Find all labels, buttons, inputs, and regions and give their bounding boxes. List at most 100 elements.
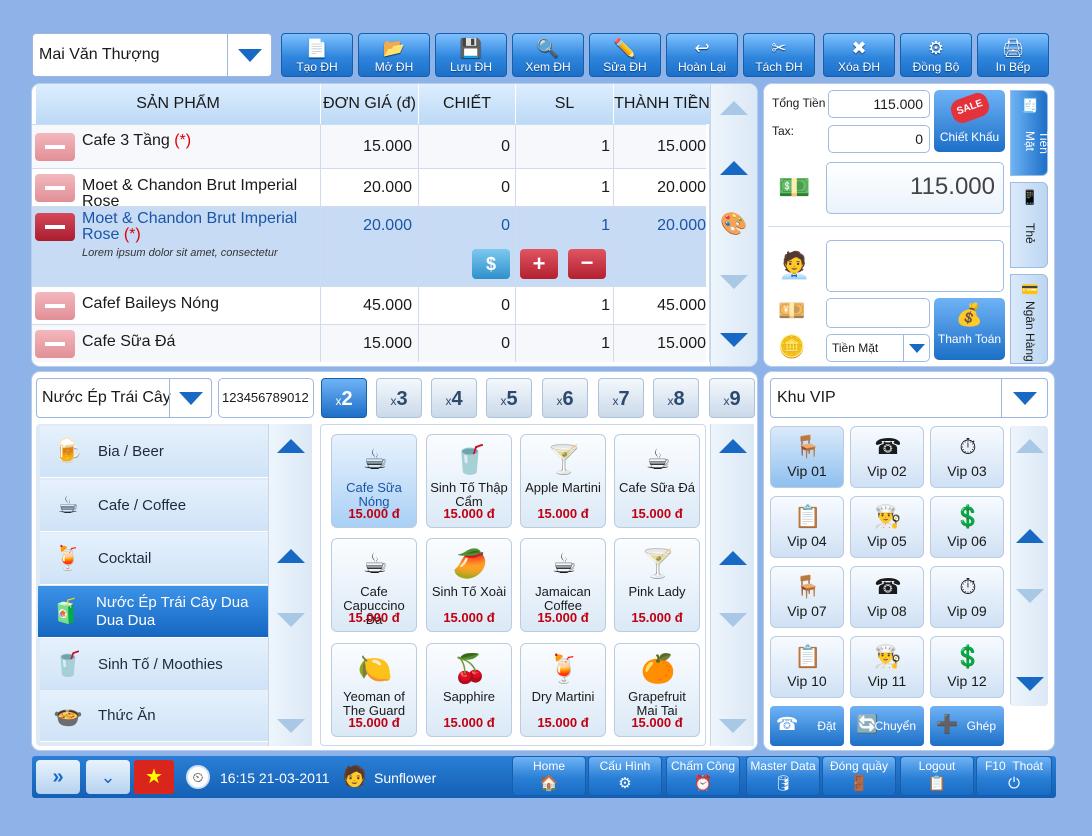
scroll-bottom-icon[interactable] (711, 708, 754, 744)
category-item[interactable]: 🧃 Nước Ép Trái Cây Dua Dua Dua (38, 586, 268, 638)
table-item[interactable]: ⏱ Vip 03 (930, 426, 1004, 488)
method-select[interactable]: Tiền Mặt (826, 334, 930, 362)
table-item[interactable]: ⏱ Vip 09 (930, 566, 1004, 628)
product-item[interactable]: 🍋 Yeoman of The Guard 15.000 đ (331, 643, 417, 737)
table-item[interactable]: 👨‍🍳 Vip 05 (850, 496, 924, 558)
category-item[interactable]: 🍺 Bia / Beer (40, 426, 268, 478)
table-item[interactable]: 📋 Vip 04 (770, 496, 844, 558)
tab-bank[interactable]: 💳 Ngân Hàng (1010, 274, 1048, 364)
table-item[interactable]: ☎ Vip 02 (850, 426, 924, 488)
nav-button[interactable]: F10 Thoát ⏻ (976, 756, 1052, 796)
scroll-top-icon[interactable] (711, 90, 757, 126)
scroll-bottom-icon[interactable] (1011, 666, 1048, 702)
remove-item-button[interactable] (35, 330, 75, 358)
nav-button[interactable]: Đóng quầy 🚪 (822, 756, 896, 796)
product-item[interactable]: 🍸 Apple Martini 15.000 đ (520, 434, 606, 528)
multiplier-button[interactable]: x5 (486, 378, 532, 418)
user-select[interactable]: Mai Văn Thượng (32, 33, 272, 77)
toolbar-button-2[interactable]: 💾 Lưu ĐH (435, 33, 507, 77)
expand-button[interactable]: » (36, 760, 80, 794)
product-item[interactable]: ☕ Cafe Sữa Đá 15.000 đ (614, 434, 700, 528)
table-item[interactable]: 💲 Vip 06 (930, 496, 1004, 558)
table-item[interactable]: 🪑 Vip 07 (770, 566, 844, 628)
pay-button[interactable]: 💰 Thanh Toán (934, 298, 1005, 360)
scroll-down-icon[interactable] (269, 600, 312, 640)
order-scrollbar[interactable]: 🎨 (710, 84, 757, 366)
collapse-button[interactable]: ⌄ (86, 760, 130, 794)
toolbar-button-9[interactable]: 🖨 In Bếp (977, 33, 1049, 77)
nav-button[interactable]: Logout 📋 (900, 756, 974, 796)
scroll-top-icon[interactable] (1011, 430, 1048, 462)
multiplier-button[interactable]: x4 (431, 378, 477, 418)
multiplier-button[interactable]: x8 (653, 378, 699, 418)
increase-qty-button[interactable]: + (520, 249, 558, 279)
toolbar-button-0[interactable]: 📄 Tạo ĐH (281, 33, 353, 77)
table-action-button[interactable]: 🔄 Chuyển (850, 706, 924, 746)
order-row[interactable]: Moet & Chandon Brut Imperial Rose (*) Lo… (32, 206, 706, 286)
total-field[interactable]: 115.000 (828, 90, 930, 118)
scroll-bottom-icon[interactable] (711, 320, 757, 360)
product-item[interactable]: ☕ Cafe Sữa Nóng 15.000 đ (331, 434, 417, 528)
scroll-down-icon[interactable] (711, 600, 754, 640)
nav-button[interactable]: Master Data 🛢 (746, 756, 820, 796)
customer-field[interactable] (826, 240, 1004, 292)
scroll-down-icon[interactable] (1011, 576, 1048, 616)
product-item[interactable]: 🍒 Sapphire 15.000 đ (426, 643, 512, 737)
table-action-button[interactable]: ☎ Đặt (770, 706, 844, 746)
product-item[interactable]: 🥭 Sinh Tố Xoài 15.000 đ (426, 538, 512, 632)
order-row[interactable]: Moet & Chandon Brut Imperial Rose 20.000… (32, 168, 706, 210)
category-item[interactable]: 🥤 Sinh Tố / Moothies (40, 639, 268, 691)
barcode-input[interactable]: 123456789012 (218, 378, 314, 418)
product-item[interactable]: 🍸 Pink Lady 15.000 đ (614, 538, 700, 632)
order-row[interactable]: Cafe 3 Tầng (*) 15.000 0 1 15.000 (32, 124, 706, 168)
category-scrollbar[interactable] (268, 424, 312, 746)
table-item[interactable]: ☎ Vip 08 (850, 566, 924, 628)
cash-input[interactable] (826, 298, 930, 328)
order-row[interactable]: Cafe Sữa Đá 15.000 0 1 15.000 (32, 324, 706, 362)
area-select[interactable]: Khu VIP (770, 378, 1048, 418)
remove-item-button[interactable] (35, 213, 75, 241)
category-item[interactable]: 🍲 Thức Ăn (40, 690, 268, 742)
product-item[interactable]: 🍊 Grapefruit Mai Tai 15.000 đ (614, 643, 700, 737)
scroll-bottom-icon[interactable] (269, 708, 312, 744)
discount-button[interactable]: SALE Chiết Khấu (934, 90, 1005, 152)
scroll-down-icon[interactable] (711, 262, 757, 302)
toolbar-button-8[interactable]: ⚙ Đồng Bộ (900, 33, 972, 77)
table-item[interactable]: 📋 Vip 10 (770, 636, 844, 698)
toolbar-button-5[interactable]: ↩ Hoàn Lại (666, 33, 738, 77)
tab-cash[interactable]: 🧾 Tiền Mặt (1010, 90, 1051, 176)
product-item[interactable]: ☕ Jamaican Coffee 15.000 đ (520, 538, 606, 632)
table-action-button[interactable]: ➕ Ghép (930, 706, 1004, 746)
nav-button[interactable]: Home 🏠 (512, 756, 586, 796)
table-item[interactable]: 💲 Vip 12 (930, 636, 1004, 698)
tab-card[interactable]: 📱 Thẻ (1010, 182, 1048, 268)
scroll-up-icon[interactable] (711, 148, 757, 188)
nav-button[interactable]: Chấm Công ⏰ (666, 756, 740, 796)
nav-button[interactable]: Cấu Hình ⚙ (588, 756, 662, 796)
category-item[interactable]: 🍹 Cocktail (40, 533, 268, 585)
multiplier-button[interactable]: x9 (709, 378, 755, 418)
category-item[interactable]: ☕ Cafe / Coffee (40, 480, 268, 532)
decrease-qty-button[interactable]: − (568, 249, 606, 279)
toolbar-button-7[interactable]: ✖ Xóa ĐH (823, 33, 895, 77)
product-item[interactable]: ☕ Cafe Capuccino Đá 15.000 đ (331, 538, 417, 632)
remove-item-button[interactable] (35, 133, 75, 161)
chevron-down-icon[interactable] (169, 379, 211, 417)
chevron-down-icon[interactable] (1001, 379, 1047, 417)
scroll-up-icon[interactable] (1011, 516, 1048, 556)
table-item[interactable]: 👨‍🍳 Vip 11 (850, 636, 924, 698)
table-item[interactable]: 🪑 Vip 01 (770, 426, 844, 488)
chevron-down-icon[interactable] (227, 34, 271, 76)
tables-scrollbar[interactable] (1010, 426, 1048, 706)
chevron-down-icon[interactable] (903, 335, 929, 361)
toolbar-button-3[interactable]: 🔍 Xem ĐH (512, 33, 584, 77)
multiplier-button[interactable]: x3 (376, 378, 422, 418)
remove-item-button[interactable] (35, 292, 75, 320)
product-scrollbar[interactable] (710, 424, 754, 746)
scroll-up-icon[interactable] (711, 538, 754, 578)
toolbar-button-4[interactable]: ✏️ Sửa ĐH (589, 33, 661, 77)
scroll-up-icon[interactable] (269, 536, 312, 576)
palette-icon[interactable]: 🎨 (711, 204, 757, 244)
vietnam-flag-icon[interactable]: ★ (134, 760, 174, 794)
scroll-top-icon[interactable] (711, 428, 754, 464)
